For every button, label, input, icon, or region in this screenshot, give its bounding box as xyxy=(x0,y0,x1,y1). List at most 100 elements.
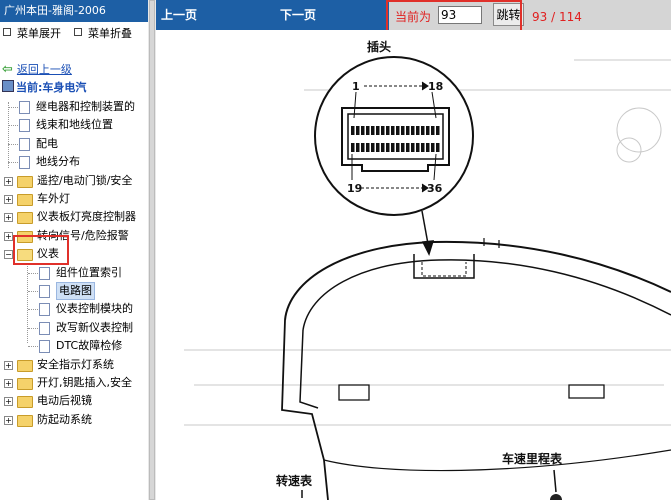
tree-item[interactable]: + 防起动系统 xyxy=(0,411,148,429)
tree-item-label: 电路图 xyxy=(56,282,95,300)
connector-pin xyxy=(351,126,355,135)
tree-connector xyxy=(28,291,38,292)
tree-connector xyxy=(28,309,38,310)
connector-pin xyxy=(396,126,400,135)
tree-item[interactable]: + 安全指示灯系统 xyxy=(0,356,148,374)
connector-pin xyxy=(386,143,390,152)
connector-pin xyxy=(361,143,365,152)
folder-icon xyxy=(17,378,33,390)
folder-icon xyxy=(17,396,33,408)
tree-item[interactable]: 配电 xyxy=(0,135,148,153)
document-icon xyxy=(19,156,30,169)
tree-item[interactable]: 继电器和控制装置的 xyxy=(0,98,148,116)
expand-icon[interactable]: + xyxy=(4,195,13,204)
document-icon xyxy=(39,303,50,316)
back-link[interactable]: ⇦ 返回上一级 xyxy=(2,62,72,78)
tree-connector xyxy=(8,125,18,126)
tree-item[interactable]: DTC故障检修 xyxy=(0,337,148,355)
tree-item[interactable]: 线束和地线位置 xyxy=(0,116,148,134)
expand-icon[interactable]: + xyxy=(4,232,13,241)
connector-pin xyxy=(426,143,430,152)
collapse-icon[interactable]: − xyxy=(4,250,13,259)
connector-pin xyxy=(386,126,390,135)
connector-pin xyxy=(411,126,415,135)
folder-icon xyxy=(17,360,33,372)
tree-item[interactable]: 地线分布 xyxy=(0,153,148,171)
tree-item-label: 组件位置索引 xyxy=(56,266,122,279)
document-icon xyxy=(39,322,50,335)
main-panel: 上一页 下一页 当前为 跳转 93 / 114 xyxy=(156,0,671,500)
sidebar-scrollbar[interactable] xyxy=(148,0,156,500)
odometer-label: 车速里程表 xyxy=(502,451,563,466)
tree-connector xyxy=(28,346,38,347)
expand-icon[interactable]: + xyxy=(4,379,13,388)
menu-collapse-label: 菜单折叠 xyxy=(88,27,132,40)
next-page-link[interactable]: 下一页 xyxy=(280,0,316,30)
expand-icon[interactable]: + xyxy=(4,361,13,370)
connector-pin xyxy=(366,126,370,135)
expand-icon[interactable]: + xyxy=(4,177,13,186)
pin-label-1: 1 xyxy=(352,80,360,93)
label-pointers xyxy=(301,469,557,498)
expand-icon[interactable]: + xyxy=(4,213,13,222)
tree-item[interactable]: + 车外灯 xyxy=(0,190,148,208)
tree-item-label: 配电 xyxy=(36,137,58,150)
current-section: 当前:车身电汽 xyxy=(2,80,86,96)
connector-pin xyxy=(431,143,435,152)
connector-pin xyxy=(376,143,380,152)
tree-item[interactable]: + 开灯,钥匙插入,安全 xyxy=(0,374,148,392)
connector-pin xyxy=(356,126,360,135)
page-count: 93 / 114 xyxy=(532,10,582,24)
document-margin xyxy=(156,30,184,500)
instrument-cluster-outline xyxy=(281,238,671,500)
document-icon xyxy=(39,340,50,353)
connector-pin xyxy=(411,143,415,152)
gauge-hub-mark xyxy=(550,494,562,500)
connector-pin xyxy=(396,143,400,152)
pin-label-36: 36 xyxy=(427,182,443,195)
tree-item[interactable]: 改写新仪表控制 xyxy=(0,319,148,337)
tree-item-label: 防起动系统 xyxy=(37,413,92,426)
square-icon xyxy=(74,28,82,36)
connector-pin xyxy=(416,126,420,135)
folder-icon xyxy=(17,176,33,188)
connector-pin xyxy=(376,126,380,135)
connector-pin xyxy=(426,126,430,135)
connector-pin xyxy=(431,126,435,135)
tree-item-label: 线束和地线位置 xyxy=(36,118,113,131)
folder-icon xyxy=(17,194,33,206)
callout-pointer xyxy=(421,210,435,257)
document-page: 1 18 19 36 插头 转速表 车速里程表 xyxy=(184,30,671,500)
tree-item-label: 电动后视镜 xyxy=(37,394,92,407)
prev-page-link[interactable]: 上一页 xyxy=(161,0,197,30)
sidebar-title: 广州本田-雅阁-2006 xyxy=(0,0,148,22)
connector-pin xyxy=(436,126,440,135)
connector-pin xyxy=(371,143,375,152)
wiring-diagram: 1 18 19 36 插头 转速表 车速里程表 xyxy=(184,39,671,500)
tree-item[interactable]: 电路图 xyxy=(0,282,148,300)
menu-bar: 菜单展开 菜单折叠 xyxy=(0,26,148,42)
tree-connector xyxy=(28,328,38,329)
tree-item[interactable]: + 遥控/电动门锁/安全 xyxy=(0,172,148,190)
tree-connector xyxy=(8,107,18,108)
tree-connector xyxy=(28,273,38,274)
connector-pin xyxy=(351,143,355,152)
expand-icon[interactable]: + xyxy=(4,397,13,406)
tree-connector xyxy=(8,144,18,145)
document-icon xyxy=(19,138,30,151)
tree-connector xyxy=(27,263,28,343)
connector-pin xyxy=(416,143,420,152)
menu-collapse-button[interactable]: 菜单折叠 xyxy=(74,26,132,42)
tree-item[interactable]: 组件位置索引 xyxy=(0,264,148,282)
tachometer-label: 转速表 xyxy=(276,473,313,488)
scrollbar-thumb[interactable] xyxy=(149,0,155,500)
tree-item[interactable]: + 仪表板灯亮度控制器 xyxy=(0,208,148,226)
pin-label-18: 18 xyxy=(428,80,443,93)
connector-pin xyxy=(436,143,440,152)
tree-item[interactable]: 仪表控制模块的 xyxy=(0,300,148,318)
tree-item[interactable]: + 电动后视镜 xyxy=(0,392,148,410)
back-link-label: 返回上一级 xyxy=(16,63,72,76)
connector-pin xyxy=(421,143,425,152)
expand-icon[interactable]: + xyxy=(4,416,13,425)
menu-expand-button[interactable]: 菜单展开 xyxy=(3,26,61,42)
